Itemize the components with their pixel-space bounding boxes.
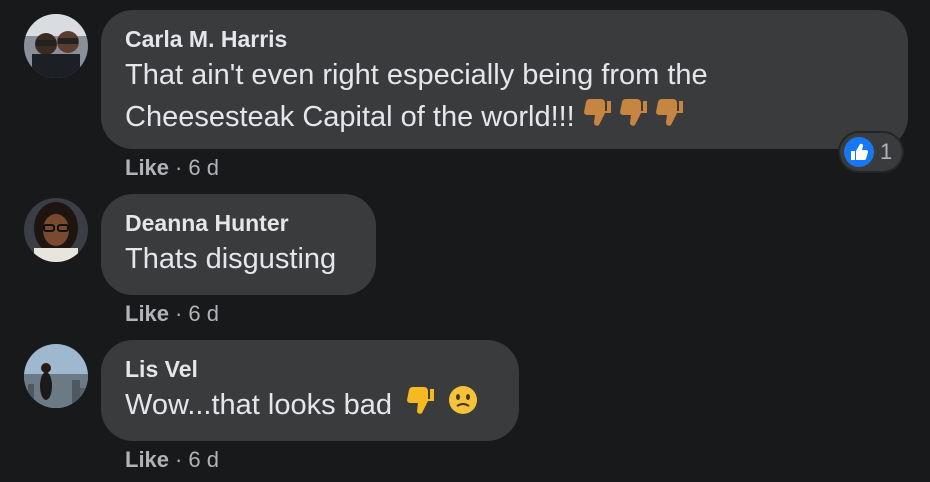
thumbs-down-icon [619, 97, 647, 139]
comment-actions: Like · 6 d [125, 300, 219, 328]
like-icon [844, 137, 874, 167]
like-button[interactable]: Like [125, 447, 169, 472]
timestamp[interactable]: 6 d [188, 155, 219, 180]
timestamp[interactable]: 6 d [188, 301, 219, 326]
avatar[interactable] [24, 198, 88, 262]
separator: · [175, 301, 183, 326]
comment-bubble: Carla M. Harris That ain't even right es… [101, 10, 908, 149]
comment-author[interactable]: Lis Vel [125, 354, 495, 384]
comment-text-row: Wow...that looks bad [125, 384, 495, 427]
thumbs-down-icon [583, 97, 611, 139]
timestamp[interactable]: 6 d [188, 447, 219, 472]
comment-bubble: Deanna Hunter Thats disgusting [101, 194, 376, 295]
reaction-summary[interactable]: 1 [840, 133, 903, 171]
comment-text: Wow...that looks bad [125, 389, 393, 421]
comment-bubble: Lis Vel Wow...that looks bad [101, 340, 519, 441]
thumbs-down-icon [406, 385, 435, 427]
avatar[interactable] [24, 344, 88, 408]
like-button[interactable]: Like [125, 301, 169, 326]
avatar[interactable] [24, 14, 88, 78]
comment-text: Thats disgusting [125, 243, 337, 275]
reaction-count: 1 [880, 139, 893, 164]
comment-text-line2: Cheesesteak Capital of the world!!! [125, 96, 884, 139]
confused-face-icon [448, 385, 478, 427]
comment-author[interactable]: Deanna Hunter [125, 208, 352, 238]
like-button[interactable]: Like [125, 155, 169, 180]
comment-text: That ain't even right especially being f… [125, 59, 708, 91]
comment-actions: Like · 6 d [125, 154, 219, 182]
separator: · [175, 447, 183, 472]
thumbs-down-icon [655, 97, 683, 139]
comment-actions: Like · 6 d [125, 446, 219, 474]
comment-author[interactable]: Carla M. Harris [125, 24, 884, 54]
separator: · [175, 155, 183, 180]
